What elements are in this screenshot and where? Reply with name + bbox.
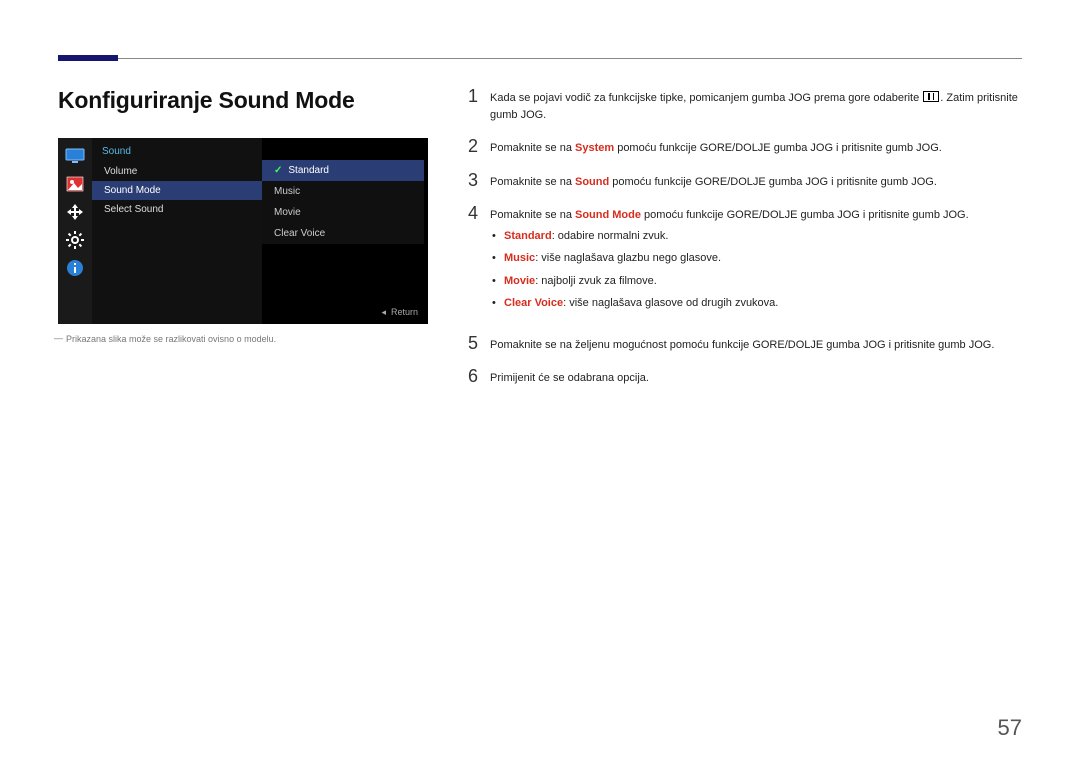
osd-menu-title: Sound [92,138,262,162]
osd-sub-music: Music [262,181,424,202]
manual-page: Konfiguriranje Sound Mode Sound Volume S… [0,0,1080,401]
option-bullets: Standard: odabire normalni zvuk. Music: … [490,228,1022,312]
step-1: 1 Kada se pojavi vodič za funkcijske tip… [464,87,1022,123]
model-disclaimer: Prikazana slika može se razlikovati ovis… [58,334,428,344]
gear-icon [64,230,86,250]
page-number: 57 [998,715,1022,741]
menu-grid-icon [923,91,939,102]
step-3: 3 Pomaknite se na Sound pomoću funkcije … [464,171,1022,191]
osd-menu-panel: Sound Volume Sound Mode Select Sound [92,138,262,324]
bullet-standard: Standard: odabire normalni zvuk. [490,228,1022,245]
header-rule [58,58,1022,59]
osd-submenu-panel: ✓Standard Music Movie Clear Voice [262,160,424,244]
picture-icon [64,174,86,194]
osd-sub-movie: Movie [262,202,424,223]
step-4: 4 Pomaknite se na Sound Mode pomoću funk… [464,204,1022,320]
page-title: Konfiguriranje Sound Mode [58,87,428,114]
bullet-music: Music: više naglašava glazbu nego glasov… [490,250,1022,267]
step-2: 2 Pomaknite se na System pomoću funkcije… [464,137,1022,157]
osd-sidebar [58,138,92,324]
osd-sub-standard: ✓Standard [262,160,424,181]
move-arrows-icon [64,202,86,222]
osd-return-hint: ◂ Return [381,307,418,318]
info-icon [64,258,86,278]
step-5: 5 Pomaknite se na željenu mogućnost pomo… [464,334,1022,354]
osd-row-volume: Volume [92,162,262,181]
monitor-icon [64,146,86,166]
instruction-steps: 1 Kada se pojavi vodič za funkcijske tip… [464,87,1022,387]
osd-row-select-sound: Select Sound [92,200,262,219]
osd-screenshot: Sound Volume Sound Mode Select Sound ✓St… [58,138,428,324]
check-icon: ✓ [274,165,282,176]
osd-row-sound-mode: Sound Mode [92,181,262,200]
bullet-clearvoice: Clear Voice: više naglašava glasove od d… [490,295,1022,312]
step-6: 6 Primijenit će se odabrana opcija. [464,367,1022,387]
osd-sub-clearvoice: Clear Voice [262,223,424,244]
bullet-movie: Movie: najbolji zvuk za filmove. [490,273,1022,290]
